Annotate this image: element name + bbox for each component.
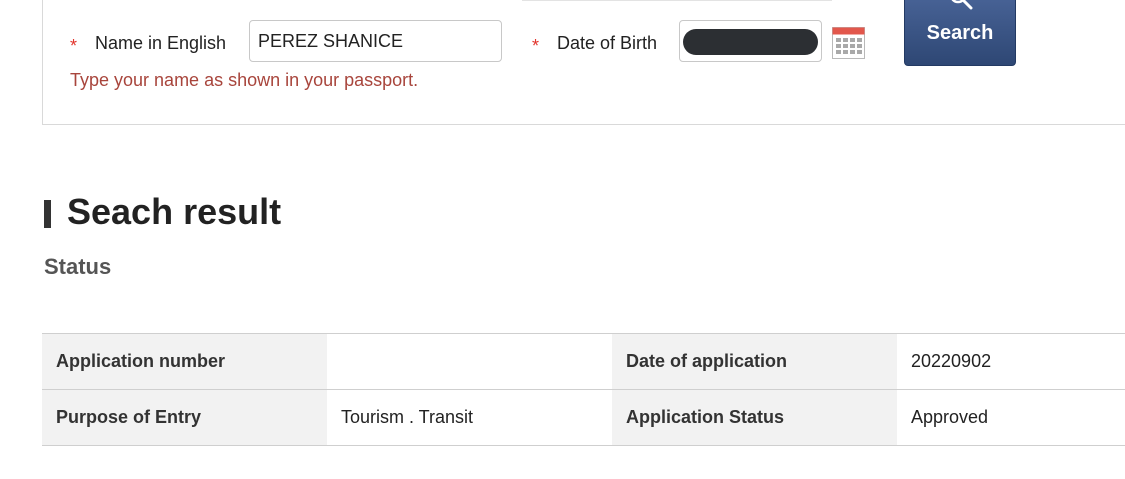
search-button-label: Search	[926, 22, 994, 44]
required-marker: *	[70, 36, 78, 56]
section-marker	[44, 200, 51, 228]
table-row: Purpose of Entry Tourism . Transit Appli…	[42, 389, 1125, 446]
purpose-of-entry-value: Tourism . Transit	[327, 389, 612, 446]
divider	[522, 0, 832, 1]
table-row: Application number Date of application 2…	[42, 333, 1125, 390]
date-of-application-label: Date of application	[612, 333, 897, 390]
name-hint: Type your name as shown in your passport…	[70, 70, 419, 90]
date-of-application-value: 20220902	[897, 333, 1125, 390]
result-table: Application number Date of application 2…	[42, 333, 1125, 446]
section-title: Seach result	[67, 191, 282, 232]
purpose-of-entry-label: Purpose of Entry	[42, 389, 327, 446]
application-status-value: Approved	[897, 389, 1125, 446]
dob-redaction	[683, 29, 818, 55]
name-input[interactable]	[249, 20, 502, 62]
calendar-icon[interactable]	[832, 26, 865, 59]
application-status-label: Application Status	[612, 389, 897, 446]
dob-label: Date of Birth	[557, 33, 658, 53]
application-number-value	[327, 333, 612, 390]
name-label: Name in English	[95, 33, 227, 53]
status-heading: Status	[44, 254, 112, 279]
application-number-label: Application number	[42, 333, 327, 390]
required-marker: *	[532, 36, 540, 56]
search-button[interactable]: Search	[904, 0, 1016, 66]
magnifier-icon	[951, 0, 973, 10]
